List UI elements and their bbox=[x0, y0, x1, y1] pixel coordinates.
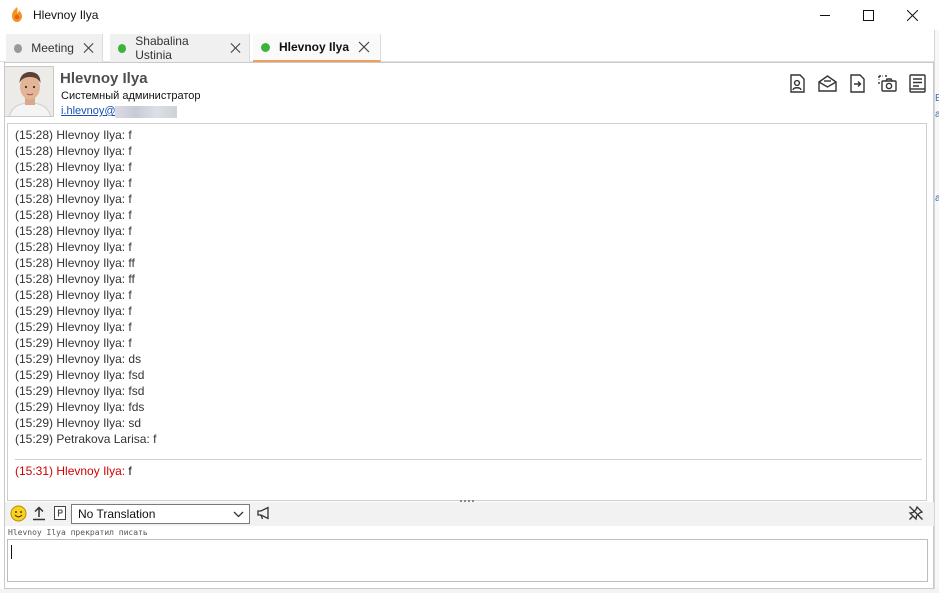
translation-select[interactable]: No Translation bbox=[71, 504, 250, 524]
tab-shabalina-ustinia[interactable]: Shabalina Ustinia bbox=[110, 34, 250, 62]
tab-close-icon[interactable] bbox=[358, 41, 370, 53]
smiley-icon bbox=[10, 505, 26, 521]
background-window-edge bbox=[0, 589, 939, 593]
chat-message: (15:29) Hlevnoy Ilya: f bbox=[15, 336, 132, 350]
translation-select-value: No Translation bbox=[78, 507, 156, 521]
email-button[interactable] bbox=[816, 72, 839, 94]
background-window-text: a bbox=[935, 193, 939, 204]
tab-label: Meeting bbox=[31, 41, 74, 55]
window-title: Hlevnoy Ilya bbox=[33, 8, 99, 22]
close-window-button[interactable] bbox=[889, 0, 935, 30]
chat-message: (15:29) Hlevnoy Ilya: f bbox=[15, 320, 132, 334]
chat-message: (15:28) Hlevnoy Ilya: f bbox=[15, 240, 132, 254]
contact-card-button[interactable] bbox=[786, 72, 809, 94]
message-input[interactable] bbox=[7, 539, 928, 582]
chat-message: (15:28) Hlevnoy Ilya: f bbox=[15, 128, 132, 142]
text-caret bbox=[11, 545, 12, 559]
tab-close-icon[interactable] bbox=[230, 42, 241, 54]
emoji-button[interactable] bbox=[9, 504, 27, 522]
background-window-text: E bbox=[935, 93, 939, 104]
chat-message: (15:29) Hlevnoy Ilya: fsd bbox=[15, 384, 145, 398]
minimize-button[interactable] bbox=[802, 0, 848, 30]
chevron-down-icon bbox=[233, 511, 244, 518]
header-toolbar bbox=[786, 72, 929, 94]
chat-message: (15:28) Hlevnoy Ilya: f bbox=[15, 208, 132, 222]
maximize-button[interactable] bbox=[845, 0, 891, 30]
chat-message: (15:28) Hlevnoy Ilya: f bbox=[15, 144, 132, 158]
status-dot-icon bbox=[14, 43, 23, 53]
status-dot-icon bbox=[118, 43, 127, 53]
chat-message: (15:28) Hlevnoy Ilya: f bbox=[15, 160, 132, 174]
chat-message: (15:28) Hlevnoy Ilya: f bbox=[15, 224, 132, 238]
chat-history[interactable]: (15:28) Hlevnoy Ilya: f (15:28) Hlevnoy … bbox=[7, 123, 927, 501]
typing-status: Hlevnoy Ilya прекратил писать bbox=[8, 528, 148, 537]
contact-email-link[interactable]: i.hlevnoy@ bbox=[61, 105, 116, 117]
person-photo-icon bbox=[5, 67, 53, 116]
history-icon bbox=[909, 73, 926, 93]
close-icon bbox=[906, 9, 918, 21]
maximize-icon bbox=[862, 9, 874, 21]
upload-file-button[interactable] bbox=[30, 504, 48, 522]
unpin-icon bbox=[908, 505, 924, 521]
upload-icon bbox=[33, 506, 45, 521]
chat-message: (15:29) Hlevnoy Ilya: fds bbox=[15, 400, 145, 414]
flame-app-icon bbox=[12, 7, 22, 22]
screenshot-icon bbox=[878, 74, 897, 92]
tab-label: Shabalina Ustinia bbox=[135, 34, 189, 62]
chat-message: (15:29) Hlevnoy Ilya: fsd bbox=[15, 368, 145, 382]
chat-message: (15:29) Petrakova Larisa: f bbox=[15, 432, 157, 446]
screenshot-button[interactable] bbox=[876, 72, 899, 94]
tab-label: Hlevnoy Ilya bbox=[279, 40, 350, 54]
chat-message: (15:28) Hlevnoy Ilya: ff bbox=[15, 272, 135, 286]
chat-message: (15:29) Hlevnoy Ilya: sd bbox=[15, 416, 142, 430]
send-file-icon bbox=[850, 73, 865, 93]
tab-hlevnoy-ilya[interactable]: Hlevnoy Ilya bbox=[253, 34, 381, 62]
megaphone-icon bbox=[257, 506, 269, 520]
history-button[interactable] bbox=[906, 72, 929, 94]
tab-meeting[interactable]: Meeting bbox=[6, 34, 103, 62]
chat-message: (15:28) Hlevnoy Ilya: f bbox=[15, 192, 132, 206]
open-mail-icon bbox=[818, 74, 837, 92]
status-dot-icon bbox=[261, 42, 270, 52]
p-box-icon bbox=[53, 506, 66, 520]
new-messages-divider bbox=[15, 459, 922, 460]
contact-card-icon bbox=[790, 73, 805, 93]
title-bar: Hlevnoy Ilya bbox=[0, 0, 934, 30]
minimize-icon bbox=[819, 14, 830, 16]
chat-message: (15:28) Hlevnoy Ilya: ff bbox=[15, 256, 135, 270]
send-file-button[interactable] bbox=[846, 72, 869, 94]
chat-message: (15:28) Hlevnoy Ilya: f bbox=[15, 288, 132, 302]
p-box-button[interactable] bbox=[51, 504, 69, 522]
chat-message: (15:29) Hlevnoy Ilya: f bbox=[15, 304, 132, 318]
chat-message: (15:28) Hlevnoy Ilya: f bbox=[15, 176, 132, 190]
tab-strip: Meeting Shabalina Ustinia Hlevnoy Ilya bbox=[0, 30, 934, 62]
contact-name: Hlevnoy Ilya bbox=[60, 70, 148, 87]
background-window-text: a bbox=[935, 109, 939, 120]
broadcast-button[interactable] bbox=[255, 504, 273, 522]
unpin-button[interactable] bbox=[907, 504, 925, 522]
redacted-email-domain bbox=[115, 106, 177, 118]
avatar[interactable] bbox=[4, 66, 54, 117]
latest-chat-message: (15:31) Hlevnoy Ilya: f bbox=[15, 464, 132, 478]
chat-message: (15:29) Hlevnoy Ilya: ds bbox=[15, 352, 142, 366]
tab-close-icon[interactable] bbox=[83, 42, 94, 54]
contact-role: Системный администратор bbox=[61, 90, 201, 102]
